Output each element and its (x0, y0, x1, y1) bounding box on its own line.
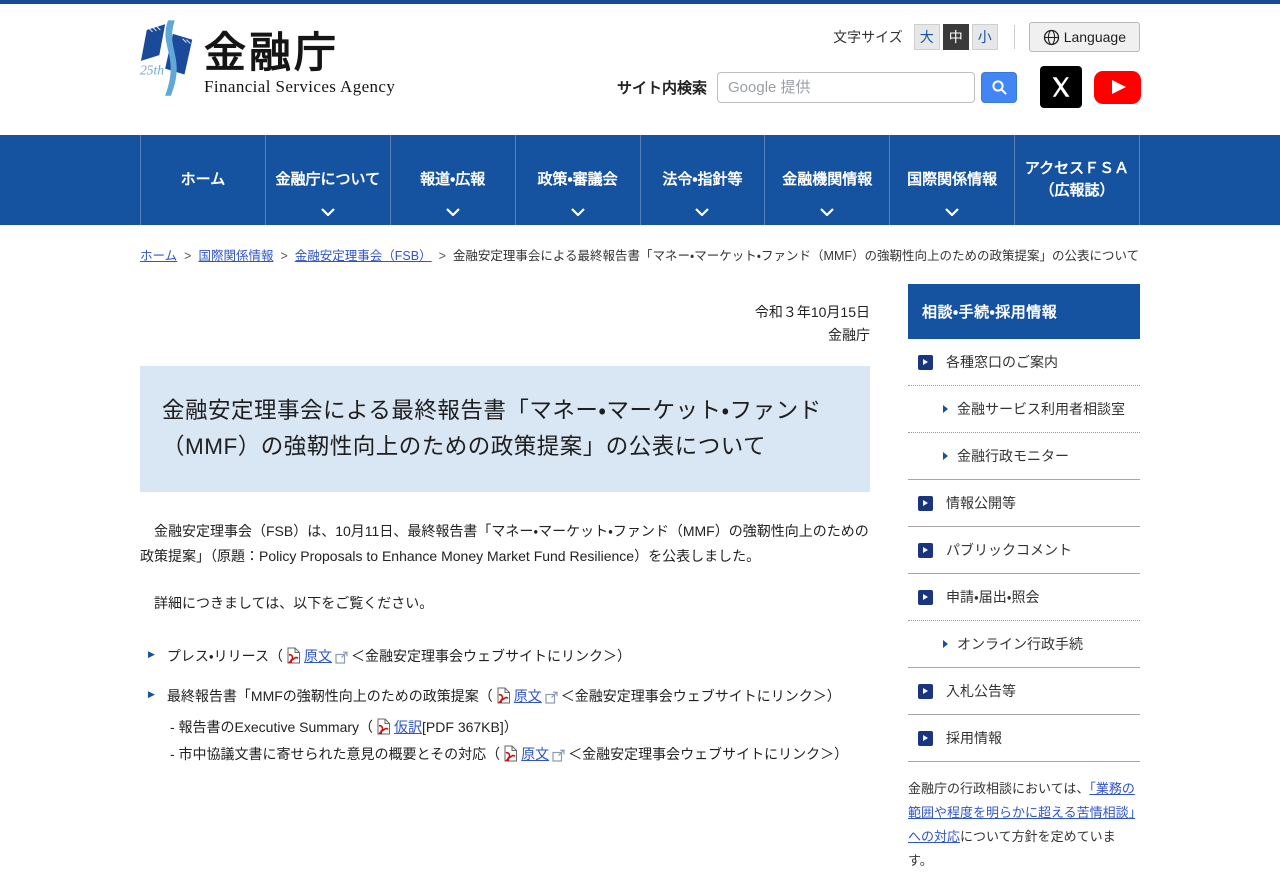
nav-item-policy[interactable]: 政策・審議会 (514, 135, 640, 225)
list-item-final-report: ▶ 最終報告書「MMFの強靭性向上のための政策提案（ 原文 ＜金融安定理事会ウェブサ… (148, 687, 841, 704)
sidebar: 相談・手続・採用情報 各種窓口のご案内 金融サービス利用者相談室 金融行政モニタ… (908, 284, 1140, 873)
breadcrumb-fsb-link[interactable]: 金融安定理事会（FSB） (295, 249, 432, 263)
article-paragraph-1: 金融安定理事会（FSB）は、10月11日、最終報告書「マネー・マーケット・ファン… (140, 523, 869, 565)
nav-item-press[interactable]: 報道・広報 (389, 135, 515, 225)
sidebar-item-applications[interactable]: 申請・届出・照会 (908, 574, 1140, 621)
nav-item-institutions[interactable]: 金融機関情報 (764, 135, 889, 225)
executive-summary-translation-link[interactable]: 仮訳 (394, 719, 422, 735)
chevron-down-icon (695, 208, 710, 216)
press-release-original-link[interactable]: 原文 (304, 648, 332, 664)
site-header: 25th 金融庁 Financial Services Agency 文字サイズ… (0, 4, 1280, 135)
x-twitter-button[interactable] (1040, 66, 1082, 108)
consultation-original-link[interactable]: 原文 (521, 746, 549, 762)
triangle-bullet-icon (943, 640, 948, 648)
chevron-down-icon (820, 208, 835, 216)
article-date-block: 令和３年10月15日 金融庁 (140, 301, 870, 347)
sidebar-item-bidding[interactable]: 入札公告等 (908, 668, 1140, 715)
chevron-down-icon (321, 208, 335, 216)
text-size-large-button[interactable]: 大 (913, 24, 940, 50)
chevron-down-icon (945, 208, 959, 216)
arrow-square-icon (918, 542, 933, 558)
article-paragraph-2: 詳細につきましては、以下をご覧ください。 (140, 594, 434, 611)
external-link-icon (335, 651, 348, 664)
sidebar-header: 相談・手続・採用情報 (908, 284, 1140, 339)
sidebar-note: 金融庁の行政相談においては、「業務の範囲や程度を明らかに超える苦情相談」への対応… (908, 781, 1136, 869)
search-button[interactable] (981, 71, 1017, 103)
fsa-logo[interactable]: 25th 金融庁 Financial Services Agency (140, 18, 395, 100)
document-link-list: ▶ プレス・リリース（ 原文 ＜金融安定理事会ウェブサイトにリンク＞） ▶ 最終報告… (140, 645, 870, 767)
nav-item-home[interactable]: ホーム (140, 135, 265, 225)
globe-icon (1043, 29, 1059, 45)
text-size-small-button[interactable]: 小 (971, 24, 998, 50)
site-title: 金融庁 (204, 29, 340, 76)
final-report-original-link[interactable]: 原文 (514, 688, 542, 704)
language-button[interactable]: Language (1028, 22, 1140, 52)
arrow-square-icon (918, 495, 933, 511)
arrow-square-icon (918, 683, 933, 699)
search-icon (991, 79, 1007, 95)
triangle-bullet-icon (943, 405, 948, 413)
list-subitem-consultation-responses: - 市中協議文書に寄せられた意見の概要とその対応（ 原文 ＜金融安定理事会ウェブサイ… (170, 745, 849, 762)
pdf-icon (497, 687, 510, 704)
arrow-square-icon (918, 354, 933, 370)
divider (1013, 25, 1015, 49)
site-subtitle: Financial Services Agency (204, 77, 396, 96)
x-twitter-icon (1052, 77, 1070, 97)
sidebar-item-user-consultation[interactable]: 金融サービス利用者相談室 (908, 386, 1140, 433)
article-date: 令和３年10月15日 (754, 304, 870, 320)
chevron-down-icon (570, 208, 585, 216)
header-utilities: 文字サイズ 大 中 小 Language (833, 22, 1140, 52)
fsa-logo-icon: 25th (140, 20, 193, 96)
text-size-label: 文字サイズ (833, 29, 903, 45)
sidebar-item-admin-monitor[interactable]: 金融行政モニター (908, 433, 1140, 480)
breadcrumb-current: 金融安定理事会による最終報告書「マネー・マーケット・ファンド（MMF）の強靭性向… (452, 249, 1140, 263)
pdf-icon (377, 718, 391, 735)
nav-item-about[interactable]: 金融庁について (264, 135, 390, 225)
youtube-button[interactable] (1094, 70, 1141, 104)
list-subitem-executive-summary: - 報告書のExecutive Summary（ 仮訳[PDF 367KB]） (170, 718, 518, 735)
nav-item-access-fsa[interactable]: アクセスＦＳＡ （広報誌） (1014, 135, 1140, 225)
sidebar-item-contact-guide[interactable]: 各種窓口のご案内 (908, 339, 1140, 386)
external-link-icon (552, 749, 565, 762)
article-main: 令和３年10月15日 金融庁 金融安定理事会による最終報告書「マネー・マーケット… (140, 264, 870, 770)
sidebar-item-online-procedures[interactable]: オンライン行政手続 (908, 621, 1140, 668)
triangle-bullet-icon: ▶ (148, 648, 155, 659)
text-size-medium-button[interactable]: 中 (942, 24, 969, 50)
sidebar-item-information-disclosure[interactable]: 情報公開等 (908, 480, 1140, 527)
arrow-square-icon (918, 589, 933, 605)
search-label: サイト内検索 (616, 79, 707, 97)
svg-text:25th: 25th (140, 62, 164, 77)
language-button-label: Language (1063, 29, 1126, 45)
site-search: サイト内検索 (617, 66, 1141, 108)
nav-item-laws[interactable]: 法令・指針等 (639, 135, 765, 225)
page-title: 金融安定理事会による最終報告書「マネー・マーケット・ファンド（MMF）の強靭性向… (140, 366, 870, 493)
sidebar-item-public-comment[interactable]: パブリックコメント (908, 527, 1140, 574)
list-item-press-release: ▶ プレス・リリース（ 原文 ＜金融安定理事会ウェブサイトにリンク＞） (148, 647, 631, 664)
chevron-down-icon (445, 208, 460, 216)
breadcrumb-home-link[interactable]: ホーム (140, 249, 177, 263)
external-link-icon (545, 691, 558, 704)
pdf-icon (504, 745, 518, 762)
arrow-square-icon (918, 730, 933, 746)
triangle-bullet-icon: ▶ (148, 688, 155, 699)
search-input[interactable] (717, 71, 975, 103)
breadcrumb-international-link[interactable]: 国際関係情報 (198, 249, 273, 263)
global-nav: ホーム 金融庁について 報道・広報 政策・審議会 法令・指針等 金融機関情報 国… (0, 135, 1280, 225)
pdf-icon (287, 647, 300, 664)
nav-item-international[interactable]: 国際関係情報 (889, 135, 1014, 225)
breadcrumb: ホーム > 国際関係情報 > 金融安定理事会（FSB） > 金融安定理事会による最終報告書「… (140, 249, 1140, 263)
sidebar-item-recruitment[interactable]: 採用情報 (908, 715, 1140, 762)
triangle-bullet-icon (943, 452, 948, 460)
article-agency: 金融庁 (828, 327, 870, 344)
